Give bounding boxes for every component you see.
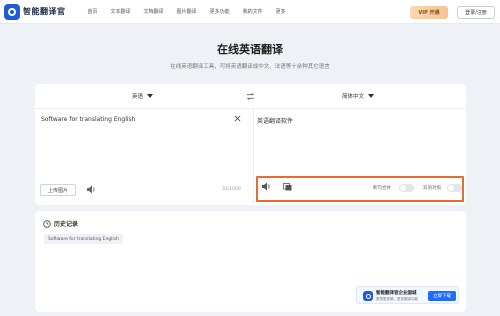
nav-item-doc-translate[interactable]: 文档翻译: [144, 8, 164, 15]
app-name: 智能翻译官: [23, 7, 66, 16]
logo-icon: [4, 3, 20, 20]
speaker-icon[interactable]: [86, 185, 96, 194]
panel-divider: [253, 109, 254, 205]
chevron-down-icon: [368, 94, 375, 98]
download-promo-banner: 智能翻译官企业国城 更快更准确，更多翻译功能 立即下载: [356, 286, 459, 304]
target-language-label: 简体中文: [342, 94, 365, 100]
source-language-select[interactable]: 英语: [132, 92, 154, 100]
vip-button[interactable]: VIP 开通: [410, 6, 448, 19]
merge-sentences-toggle[interactable]: [399, 184, 414, 192]
main-nav: 首页 文本翻译 文档翻译 图片翻译 更多功能 我的文件 更多: [88, 8, 299, 15]
nav-item-text-translate[interactable]: 文本翻译: [111, 8, 131, 15]
history-title: 历史记录: [54, 221, 79, 228]
chevron-down-icon: [147, 94, 154, 98]
app-logo[interactable]: 智能翻译官: [4, 3, 66, 20]
language-bar: 英语 简体中文: [35, 84, 466, 109]
bilingual-toggle[interactable]: [447, 184, 462, 192]
history-item[interactable]: Software for translating English: [44, 234, 123, 244]
target-language-select[interactable]: 简体中文: [342, 92, 375, 100]
close-icon[interactable]: [234, 115, 241, 122]
nav-item-image-translate[interactable]: 图片翻译: [177, 8, 197, 15]
promo-title: 智能翻译官企业国城: [376, 291, 417, 296]
nav-item-more-features[interactable]: 更多功能: [210, 8, 230, 15]
speaker-icon[interactable]: [261, 182, 271, 191]
translator-panel: 英语 简体中文 Software for translating English…: [35, 84, 466, 205]
clock-icon: [43, 219, 51, 228]
translation-result: 英语翻译软件: [257, 118, 294, 125]
app-icon: [363, 291, 373, 301]
bilingual-label: 双语对照: [423, 186, 441, 191]
history-header: 历史记录: [43, 219, 78, 228]
nav-item-my-files[interactable]: 我的文件: [243, 8, 263, 15]
page-title: 在线英语翻译: [217, 43, 283, 56]
source-text-input[interactable]: Software for translating English: [41, 116, 136, 123]
download-button[interactable]: 立即下载: [428, 291, 456, 301]
copy-icon[interactable]: [283, 183, 292, 191]
upload-image-button[interactable]: 上传图片: [40, 184, 76, 196]
login-button[interactable]: 登录/注册: [457, 6, 495, 19]
merge-sentences-label: 断句合并: [373, 186, 391, 191]
promo-subtitle: 更快更准确，更多翻译功能: [376, 297, 418, 301]
character-count: 32/1000: [222, 187, 241, 192]
page-subtitle: 在线英语翻译工具，可将英语翻译成中文、法语等十余种其它语言: [170, 64, 330, 70]
nav-item-home[interactable]: 首页: [88, 8, 98, 15]
source-language-label: 英语: [132, 94, 144, 100]
result-toolbar-highlight: 断句合并 双语对照: [256, 176, 464, 202]
top-navigation: 智能翻译官 首页 文本翻译 文档翻译 图片翻译 更多功能 我的文件 更多 VIP…: [0, 0, 500, 24]
swap-languages-icon[interactable]: [246, 92, 255, 101]
nav-item-more[interactable]: 更多: [276, 8, 286, 15]
